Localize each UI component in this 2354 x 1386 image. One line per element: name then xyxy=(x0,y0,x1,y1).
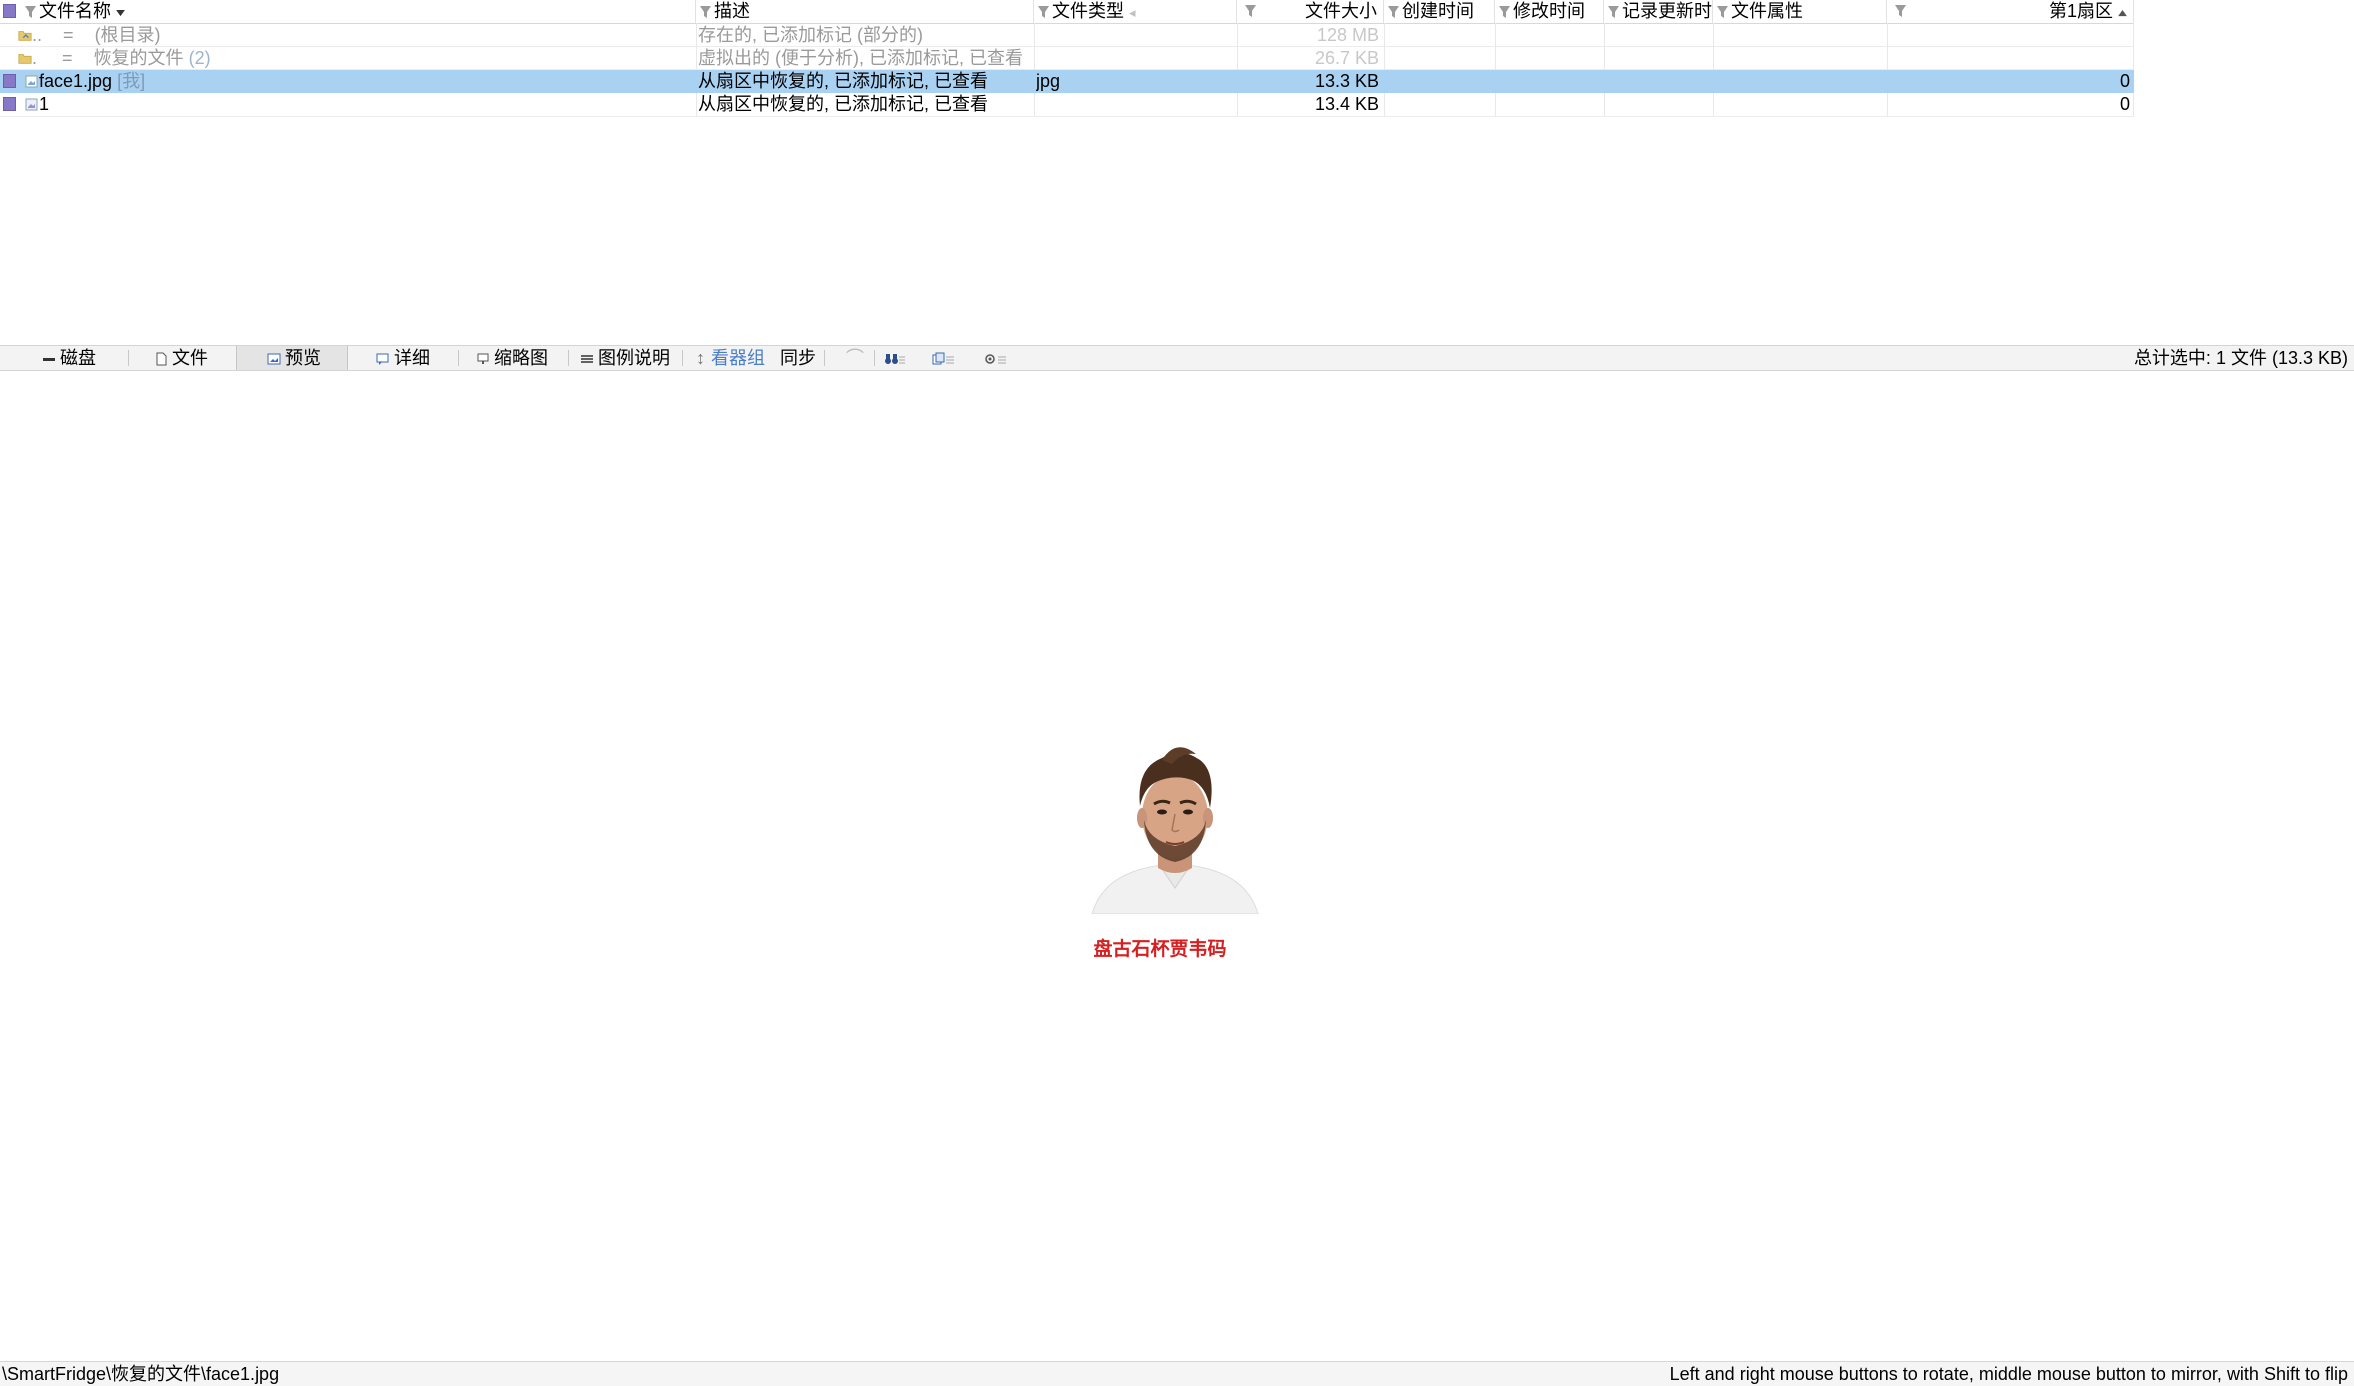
tag-marker-icon[interactable] xyxy=(3,74,16,88)
tab-disk[interactable]: 磁盘 xyxy=(36,346,102,370)
filter-icon[interactable] xyxy=(1244,4,1257,18)
image-preview-pane[interactable]: 盘古石杯贾韦码 xyxy=(0,371,2354,1361)
col-created-header[interactable]: 创建时间 xyxy=(1384,0,1495,23)
col-first-sector-header[interactable]: 第1扇区 xyxy=(1887,0,2134,23)
col-size-header[interactable]: 文件大小 xyxy=(1237,0,1384,23)
portrait-photo[interactable] xyxy=(1082,728,1268,914)
copy-view-icon xyxy=(932,352,954,365)
preview-icon xyxy=(267,353,281,365)
copy-view-button[interactable] xyxy=(926,346,966,370)
sector-cell: 0 xyxy=(2119,71,2130,91)
name-cell: 1 xyxy=(0,93,696,116)
sort-asc-icon xyxy=(2118,10,2127,17)
file-icon xyxy=(156,352,167,366)
col-modified-header[interactable]: 修改时间 xyxy=(1495,0,1604,23)
tab-thumbnails[interactable]: 缩略图 xyxy=(470,346,554,370)
table-row[interactable]: .. = (根目录) 存在的, 已添加标记 (部分的) 128 MB xyxy=(0,24,2134,47)
file-list[interactable]: 文件名称 描述 文件类型 ◂ 文件大小 创建时间 修改时间 记录更新时 文件属性… xyxy=(0,0,2134,345)
tab-file[interactable]: 文件 xyxy=(148,346,214,370)
tab-legend[interactable]: 图例说明 xyxy=(574,346,676,370)
size-cell: 26.7 KB xyxy=(1314,48,1379,68)
tag-marker-icon[interactable] xyxy=(3,97,16,111)
size-cell: 13.4 KB xyxy=(1314,94,1379,114)
sector-cell: 0 xyxy=(2119,94,2130,114)
selection-total: 总计选中: 1 文件 (13.3 KB) xyxy=(2133,348,2348,368)
binoculars-icon xyxy=(885,354,905,364)
desc-cell: 虚拟出的 (便于分析), 已添加标记, 已查看 xyxy=(698,48,1023,68)
tab-viewer-group[interactable]: ↕ 看器组 xyxy=(690,346,771,370)
desc-cell: 从扇区中恢复的, 已添加标记, 已查看 xyxy=(698,94,989,114)
image-file-icon xyxy=(25,98,38,111)
settings-button[interactable] xyxy=(978,346,1018,370)
sort-arrows-icon: ↕ xyxy=(696,348,705,368)
scroll-left-button[interactable]: ⌒ xyxy=(840,346,870,370)
filter-icon[interactable] xyxy=(1607,5,1620,19)
folder-icon xyxy=(18,54,32,64)
tab-details[interactable]: 详细 xyxy=(370,346,436,370)
col-attributes-header[interactable]: 文件属性 xyxy=(1713,0,1887,23)
desc-cell: 存在的, 已添加标记 (部分的) xyxy=(698,25,923,45)
table-row[interactable]: . = 恢复的文件 (2) 虚拟出的 (便于分析), 已添加标记, 已查看 26… xyxy=(0,47,2134,70)
size-cell: 13.3 KB xyxy=(1314,71,1379,91)
col-type-header[interactable]: 文件类型 ◂ xyxy=(1034,0,1237,23)
parent-folder-icon xyxy=(18,31,32,41)
name-cell: .. = (根目录) xyxy=(0,24,696,47)
list-icon xyxy=(581,355,593,363)
tab-preview[interactable]: 预览 xyxy=(236,346,348,370)
thumbnails-icon xyxy=(477,353,489,364)
filter-icon[interactable] xyxy=(1716,5,1729,19)
type-cell: jpg xyxy=(1036,71,1061,91)
preview-caption: 盘古石杯贾韦码 xyxy=(1093,939,1227,960)
file-path: \SmartFridge\恢复的文件\face1.jpg xyxy=(2,1364,280,1384)
filter-icon[interactable] xyxy=(1037,5,1050,19)
status-bar: \SmartFridge\恢复的文件\face1.jpg Left and ri… xyxy=(0,1361,2354,1386)
view-tabbar: 磁盘 文件 预览 详细 缩略图 图例说明 ↕ 看器组 同步 ⌒ 总计选中: 1 文… xyxy=(0,345,2354,371)
tab-sync[interactable]: 同步 xyxy=(774,346,822,370)
details-icon xyxy=(376,353,389,365)
column-header-row: 文件名称 描述 文件类型 ◂ 文件大小 创建时间 修改时间 记录更新时 文件属性… xyxy=(0,0,2134,24)
size-cell: 128 MB xyxy=(1316,25,1379,45)
col-name-header[interactable]: 文件名称 xyxy=(0,0,696,23)
filter-icon[interactable] xyxy=(24,5,37,19)
sort-desc-icon xyxy=(116,10,125,17)
name-cell: . = 恢复的文件 (2) xyxy=(0,47,696,70)
filter-icon[interactable] xyxy=(1498,5,1511,19)
filter-icon[interactable] xyxy=(699,5,712,19)
name-cell: face1.jpg [我] xyxy=(0,70,696,93)
table-row[interactable]: 1 从扇区中恢复的, 已添加标记, 已查看 13.4 KB 0 xyxy=(0,93,2134,116)
col-record-updated-header[interactable]: 记录更新时 xyxy=(1604,0,1713,23)
col-desc-header[interactable]: 描述 xyxy=(696,0,1034,23)
gear-icon xyxy=(985,354,1006,364)
mouse-hint: Left and right mouse buttons to rotate, … xyxy=(1669,1364,2348,1384)
filter-icon[interactable] xyxy=(1387,5,1400,19)
filter-icon[interactable] xyxy=(1894,4,1907,18)
mark-all-icon[interactable] xyxy=(3,4,16,18)
binoculars-button[interactable] xyxy=(878,346,916,370)
table-row-selected[interactable]: face1.jpg [我] 从扇区中恢复的, 已添加标记, 已查看 jpg 13… xyxy=(0,70,2134,93)
image-file-icon xyxy=(25,75,38,88)
desc-cell: 从扇区中恢复的, 已添加标记, 已查看 xyxy=(698,71,989,91)
sort-hint-icon: ◂ xyxy=(1129,5,1136,20)
disk-icon xyxy=(43,358,55,361)
